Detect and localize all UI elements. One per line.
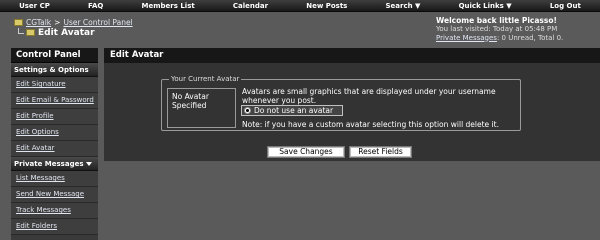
sidebar-item-track-messages[interactable]: Track Messages xyxy=(11,203,98,219)
welcome-box: Welcome back little Picasso! You last vi… xyxy=(436,16,594,42)
folder-icon xyxy=(14,18,23,26)
breadcrumb-site-link[interactable]: CGTalk xyxy=(26,18,51,27)
panel-title: Edit Avatar xyxy=(104,48,600,63)
radio-selected-dot xyxy=(246,109,249,112)
sidebar-item-edit-options[interactable]: Edit Options xyxy=(11,125,98,141)
reset-fields-button[interactable]: Reset Fields xyxy=(349,146,412,158)
last-visit: You last visited: Today at 05:48 PM xyxy=(436,25,594,34)
sidebar-item-label[interactable]: Edit Profile xyxy=(16,112,54,120)
tree-branch-icon xyxy=(18,28,24,34)
nav-members-list[interactable]: Members List xyxy=(142,2,195,10)
current-avatar-fieldset: Your Current Avatar No Avatar Specified … xyxy=(161,74,521,131)
sidebar: Control Panel Settings & Options Edit Si… xyxy=(11,48,98,240)
nav-user-cp[interactable]: User CP xyxy=(19,2,50,10)
nav-log-out[interactable]: Log Out xyxy=(550,2,581,10)
open-folder-icon xyxy=(26,29,35,36)
private-messages-link[interactable]: Private Messages xyxy=(436,34,497,42)
edit-avatar-panel: Edit Avatar Your Current Avatar No Avata… xyxy=(104,48,600,161)
breadcrumb: CGTalk > User Control Panel Edit Avatar xyxy=(14,17,133,38)
welcome-greeting: Welcome back little Picasso! xyxy=(436,16,557,25)
fieldset-legend: Your Current Avatar xyxy=(169,74,242,84)
sidebar-item-label[interactable]: Edit Signature xyxy=(16,80,66,88)
sidebar-category-label: Private Messages xyxy=(14,160,84,168)
sidebar-item-label[interactable]: Edit Email & Password xyxy=(16,96,94,104)
top-nav-bar: User CP FAQ Members List Calendar New Po… xyxy=(0,0,600,12)
nav-calendar[interactable]: Calendar xyxy=(233,2,268,10)
sidebar-item-label[interactable]: Edit Avatar xyxy=(16,144,55,152)
avatar-preview: No Avatar Specified xyxy=(167,88,236,128)
avatar-description: Avatars are small graphics that are disp… xyxy=(242,87,496,105)
page-title: Edit Avatar xyxy=(38,27,95,38)
breadcrumb-separator: > xyxy=(54,17,61,27)
sidebar-item-list-messages[interactable]: List Messages xyxy=(11,171,98,187)
sidebar-item-label[interactable]: Edit Options xyxy=(16,128,59,136)
radio-button[interactable] xyxy=(244,107,251,114)
nav-faq[interactable]: FAQ xyxy=(88,2,103,10)
control-panel-title: Control Panel xyxy=(11,48,98,63)
sidebar-item-label[interactable]: Edit Folders xyxy=(16,222,57,230)
nav-quick-links[interactable]: Quick Links ▼ xyxy=(459,2,512,10)
radio-label[interactable]: Do not use an avatar xyxy=(254,106,333,115)
sidebar-item-edit-folders[interactable]: Edit Folders xyxy=(11,219,98,235)
avatar-note: Note: if you have a custom avatar select… xyxy=(242,120,499,129)
sidebar-item-label[interactable]: Send New Message xyxy=(16,190,84,198)
chevron-down-icon[interactable] xyxy=(85,162,92,166)
page-header: CGTalk > User Control Panel Edit Avatar … xyxy=(0,13,600,42)
sidebar-category-private-messages[interactable]: Private Messages xyxy=(11,157,98,171)
sidebar-item-label[interactable]: Track Messages xyxy=(16,206,71,214)
nav-search[interactable]: Search ▼ xyxy=(386,2,421,10)
private-messages-status: Private Messages: 0 Unread, Total 0. xyxy=(436,34,594,43)
sidebar-item-edit-signature[interactable]: Edit Signature xyxy=(11,77,98,93)
sidebar-item-edit-profile[interactable]: Edit Profile xyxy=(11,109,98,125)
no-avatar-option[interactable]: Do not use an avatar xyxy=(241,105,343,116)
sidebar-item-edit-email-password[interactable]: Edit Email & Password xyxy=(11,93,98,109)
sidebar-item-label[interactable]: List Messages xyxy=(16,174,65,182)
sidebar-item-send-new-message[interactable]: Send New Message xyxy=(11,187,98,203)
last-visit-label: You last visited: Today at xyxy=(436,25,525,33)
sidebar-category-settings: Settings & Options xyxy=(11,63,98,77)
sidebar-item-edit-avatar[interactable]: Edit Avatar xyxy=(11,141,98,157)
last-visit-time: 05:48 PM xyxy=(524,25,558,33)
breadcrumb-section-link[interactable]: User Control Panel xyxy=(63,18,132,27)
nav-new-posts[interactable]: New Posts xyxy=(306,2,347,10)
save-changes-button[interactable]: Save Changes xyxy=(267,146,345,158)
pm-status-text: : 0 Unread, Total 0. xyxy=(496,33,564,42)
